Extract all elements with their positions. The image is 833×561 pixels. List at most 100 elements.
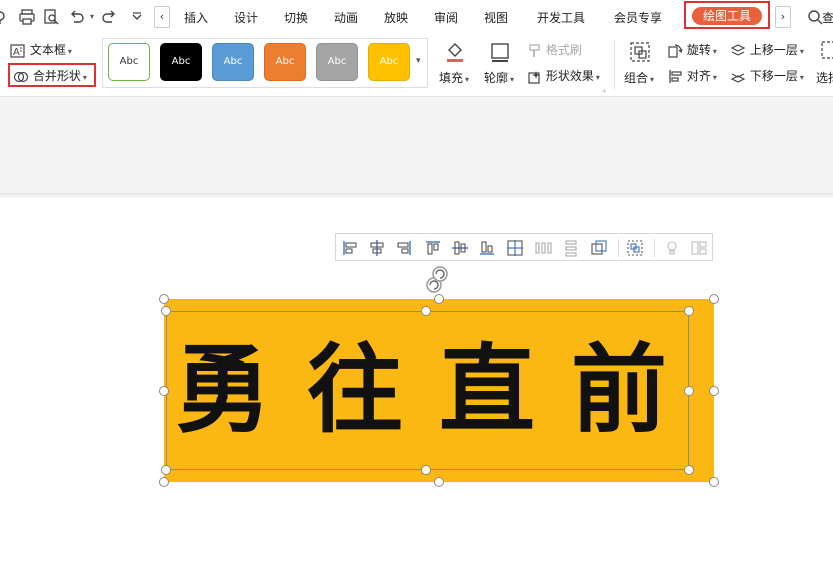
fill-icon[interactable] [443, 40, 467, 64]
tab-design[interactable]: 设计 [234, 9, 258, 26]
tab-scroll-right-button[interactable]: › [775, 6, 791, 28]
resize-handle-bottom-right[interactable] [709, 477, 719, 487]
tab-drawing-tools[interactable]: 绘图工具 [692, 7, 762, 25]
align-label: 对齐 [686, 69, 711, 83]
select-button[interactable]: 选择 [816, 69, 833, 86]
tab-member[interactable]: 会员专享 [614, 9, 662, 26]
frame-handle-bottom[interactable] [421, 465, 431, 475]
undo-dropdown-icon[interactable]: ▾ [90, 12, 94, 21]
tab-developer[interactable]: 开发工具 [537, 9, 585, 26]
group-objects-icon[interactable] [626, 239, 644, 257]
align-middle-icon[interactable] [451, 239, 469, 257]
gallery-more-icon[interactable]: ▾ [416, 56, 421, 66]
resize-handle-right[interactable] [709, 386, 719, 396]
print-preview-icon[interactable] [42, 8, 60, 26]
resize-handle-top[interactable] [434, 294, 444, 304]
frame-handle-right[interactable] [684, 386, 694, 396]
resize-icon[interactable] [590, 239, 608, 257]
partial-icon[interactable] [0, 8, 12, 26]
merge-shapes-button[interactable]: 合并形状 ▾ [13, 67, 87, 85]
group-button[interactable]: 组合 ▾ [624, 69, 654, 86]
format-painter-button[interactable]: 格式刷 [528, 41, 582, 58]
align-center-icon[interactable] [368, 239, 386, 257]
format-painter-icon [529, 43, 540, 57]
bring-forward-button[interactable]: 上移一层 ▾ [730, 41, 804, 58]
frame-handle-top-right[interactable] [684, 306, 694, 316]
outline-dropdown-icon: ▾ [510, 75, 515, 84]
customize-quick-access-icon[interactable] [128, 8, 146, 26]
shape-style-1[interactable]: Abc [108, 43, 150, 81]
merge-shapes-icon [13, 71, 29, 82]
undo-icon[interactable] [68, 8, 86, 26]
search-hint[interactable]: 查 [822, 9, 833, 26]
resize-handle-bottom-left[interactable] [159, 477, 169, 487]
rotate-handle-icon[interactable] [426, 263, 450, 295]
svg-text:A: A [13, 47, 20, 58]
fill-dropdown-icon: ▾ [465, 75, 470, 84]
align-left-icon[interactable] [341, 239, 359, 257]
align-bottom-icon[interactable] [478, 239, 496, 257]
textbox-dropdown-icon: ▾ [67, 47, 72, 56]
textbox-label: 文本框 [29, 43, 66, 57]
toolbar-divider [618, 239, 619, 257]
outline-icon[interactable] [488, 40, 512, 64]
rotate-button[interactable]: 旋转 ▾ [668, 41, 717, 58]
fill-button[interactable]: 填充 ▾ [439, 69, 469, 86]
redo-icon[interactable] [100, 8, 118, 26]
group-dropdown-icon: ▾ [650, 75, 655, 84]
tab-review[interactable]: 审阅 [434, 9, 458, 26]
distribute-horizontal-icon[interactable] [534, 239, 552, 257]
bring-forward-dropdown-icon: ▾ [799, 47, 804, 56]
tab-insert[interactable]: 插入 [184, 9, 208, 26]
shape-text[interactable]: 勇往直前 [164, 310, 714, 470]
active-tab-highlight: 绘图工具 [684, 1, 770, 29]
resize-handle-bottom[interactable] [434, 477, 444, 487]
tab-transitions[interactable]: 切换 [284, 9, 308, 26]
distribute-vertical-icon[interactable] [562, 239, 580, 257]
shape-effects-button[interactable]: 形状效果 ▾ [528, 67, 600, 84]
lightbulb-icon[interactable] [663, 239, 681, 257]
shape-style-2[interactable]: Abc [160, 43, 202, 81]
outline-label: 轮廓 [484, 71, 509, 85]
bring-forward-icon [730, 44, 746, 56]
align-right-icon[interactable] [395, 239, 413, 257]
frame-handle-top-left[interactable] [161, 306, 171, 316]
align-top-icon[interactable] [424, 239, 442, 257]
frame-handle-bottom-left[interactable] [161, 465, 171, 475]
tab-bar: ▾ ‹ 插入 设计 切换 动画 放映 审阅 视图 开发工具 会员专享 绘图工具 … [0, 0, 833, 34]
layout-icon[interactable] [690, 239, 708, 257]
align-dropdown-icon: ▾ [712, 73, 717, 82]
textbox-button[interactable]: A 文本框 ▾ [10, 41, 72, 59]
slide-top-shadow [0, 193, 833, 199]
align-to-slide-icon[interactable] [506, 239, 524, 257]
merge-shapes-dropdown-icon: ▾ [82, 73, 87, 82]
shape-style-6[interactable]: Abc [368, 43, 410, 81]
shape-style-5[interactable]: Abc [316, 43, 358, 81]
frame-handle-top[interactable] [421, 306, 431, 316]
group-icon[interactable] [628, 40, 652, 64]
outline-button[interactable]: 轮廓 ▾ [484, 69, 514, 86]
tab-scroll-left-button[interactable]: ‹ [154, 6, 170, 28]
resize-handle-top-left[interactable] [159, 294, 169, 304]
print-icon[interactable] [18, 8, 36, 26]
resize-handle-top-right[interactable] [709, 294, 719, 304]
tab-slideshow[interactable]: 放映 [384, 9, 408, 26]
resize-handle-left[interactable] [159, 386, 169, 396]
send-backward-button[interactable]: 下移一层 ▾ [730, 67, 804, 84]
shape-style-4[interactable]: Abc [264, 43, 306, 81]
dialog-launcher-icon[interactable]: ⌟ [602, 84, 606, 93]
textbox-icon: A [10, 43, 25, 58]
shape-effects-dropdown-icon: ▾ [595, 73, 600, 82]
frame-handle-bottom-right[interactable] [684, 465, 694, 475]
bring-forward-label: 上移一层 [749, 43, 798, 57]
tab-view[interactable]: 视图 [484, 9, 508, 26]
shape-style-3[interactable]: Abc [212, 43, 254, 81]
tab-animations[interactable]: 动画 [334, 9, 358, 26]
selection-pane-icon[interactable] [820, 40, 833, 62]
send-backward-icon [730, 73, 746, 83]
send-backward-label: 下移一层 [749, 69, 798, 83]
rotate-icon [668, 44, 683, 58]
align-button[interactable]: 对齐 ▾ [668, 67, 717, 84]
align-icon [669, 70, 682, 83]
shape-effects-label: 形状效果 [545, 69, 594, 83]
